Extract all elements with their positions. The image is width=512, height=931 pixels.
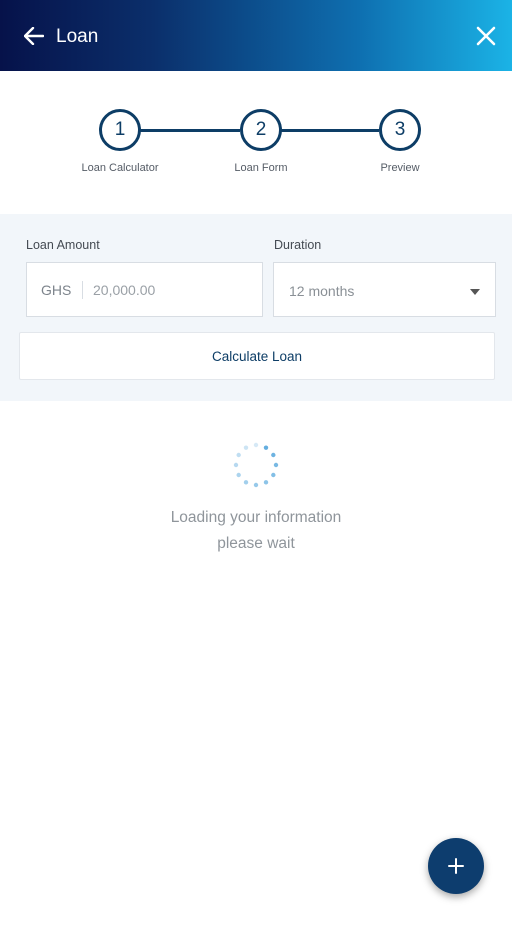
plus-icon — [448, 858, 464, 874]
calculate-loan-button[interactable]: Calculate Loan — [19, 332, 495, 380]
page-title: Loan — [56, 26, 99, 47]
spinner-dot — [263, 480, 269, 485]
currency-prefix: GHS — [41, 282, 72, 298]
loan-amount-label: Loan Amount — [26, 238, 100, 252]
spinner-dot — [271, 452, 276, 458]
back-button[interactable] — [20, 24, 48, 48]
duration-selected-value: 12 months — [289, 283, 355, 299]
loading-message: Loading your information please wait — [0, 505, 512, 557]
loan-calculator-form: Loan Amount Duration GHS 12 months Calcu… — [0, 214, 512, 401]
spinner-dot — [263, 445, 269, 450]
close-button[interactable] — [474, 24, 498, 48]
spinner-dot — [253, 482, 259, 488]
spinner-dot — [273, 462, 279, 468]
app-header: Loan — [0, 0, 512, 71]
spinner-dot — [233, 462, 239, 468]
caret-down-icon — [470, 289, 480, 295]
add-button[interactable] — [428, 838, 484, 894]
spinner-dot — [243, 445, 249, 450]
step-loan-calculator[interactable]: 1 Loan Calculator — [60, 109, 180, 174]
loan-amount-input[interactable] — [93, 278, 253, 302]
step-label: Loan Calculator — [81, 162, 159, 174]
spinner-dot — [271, 472, 276, 478]
spinner-dot — [253, 442, 259, 448]
loading-spinner-icon — [233, 442, 279, 488]
step-loan-form[interactable]: 2 Loan Form — [201, 109, 321, 174]
step-number: 1 — [99, 109, 141, 151]
close-icon — [476, 26, 496, 46]
spinner-dot — [236, 452, 241, 458]
loading-message-line: Loading your information — [170, 509, 342, 526]
duration-select[interactable]: 12 months — [273, 262, 496, 317]
step-number: 2 — [240, 109, 282, 151]
duration-label: Duration — [274, 238, 322, 252]
loading-message-line: please wait — [217, 535, 295, 552]
loan-screen: Loan 1 Loan Calculator 2 Loan Form 3 Pre… — [0, 0, 512, 931]
step-number: 3 — [379, 109, 421, 151]
arrow-left-icon — [24, 27, 44, 45]
step-label: Preview — [380, 162, 420, 174]
step-label: Loan Form — [234, 162, 288, 174]
step-preview[interactable]: 3 Preview — [340, 109, 460, 174]
loan-stepper: 1 Loan Calculator 2 Loan Form 3 Preview — [0, 71, 512, 214]
spinner-dot — [243, 480, 249, 485]
divider — [82, 281, 83, 299]
loan-amount-field[interactable]: GHS — [26, 262, 263, 317]
spinner-dot — [236, 472, 241, 478]
